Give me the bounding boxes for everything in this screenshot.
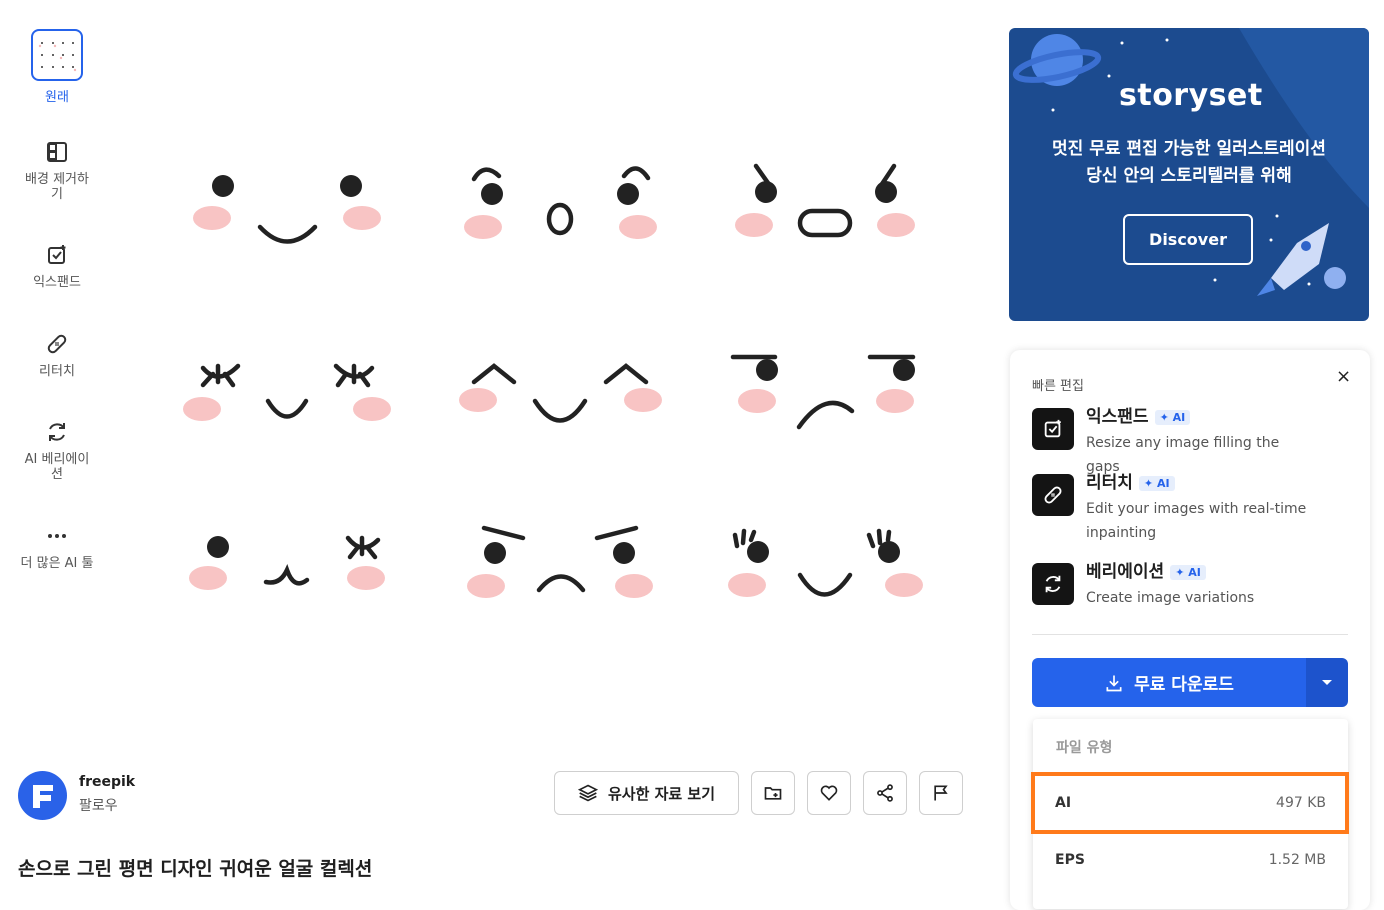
tool-more-ai-label: 더 많은 AI 툴	[20, 556, 94, 571]
quick-edit-retouch-desc: Edit your images with real-time inpainti…	[1086, 501, 1307, 541]
free-download-button[interactable]: 무료 다운로드	[1032, 658, 1306, 707]
storyset-banner[interactable]: storyset 멋진 무료 편집 가능한 일러스트레이션 당신 안의 스토리텔…	[1009, 28, 1369, 321]
refresh-icon	[49, 423, 65, 441]
like-button[interactable]	[807, 771, 851, 815]
author-name[interactable]: freepik	[79, 774, 135, 790]
share-icon	[877, 784, 893, 802]
expand-icon	[1032, 408, 1074, 450]
download-options-toggle[interactable]	[1306, 658, 1348, 707]
chevron-down-icon	[1322, 679, 1332, 685]
file-option-ai[interactable]: AI 497 KB	[1033, 779, 1348, 827]
view-similar-button[interactable]: 유사한 자료 보기	[554, 771, 739, 815]
quick-edit-variation-desc: Create image variations	[1086, 590, 1255, 606]
bandage-icon	[47, 334, 67, 354]
tool-ai-variation-label: AI 베리에이 션	[24, 452, 90, 482]
tool-expand[interactable]: 익스팬드	[8, 243, 106, 290]
blush-marks	[183, 206, 923, 598]
share-button[interactable]	[863, 771, 907, 815]
ai-badge: ✦ AI	[1170, 564, 1206, 580]
quick-edit-expand-name: 익스팬드	[1086, 407, 1149, 427]
layers-icon	[577, 784, 598, 802]
author-avatar[interactable]	[18, 771, 67, 820]
thumbnail-image	[38, 42, 77, 72]
tool-retouch-label: 리터치	[39, 364, 75, 379]
cute-faces-illustration	[183, 163, 923, 598]
file-size: 1.52 MB	[1268, 852, 1326, 868]
expand-icon	[48, 245, 66, 264]
freepik-logo-icon	[33, 785, 53, 808]
ai-badge: ✦ AI	[1154, 409, 1191, 425]
remove-background-icon	[47, 142, 67, 162]
tool-remove-background-label: 배경 제거하 기	[25, 172, 89, 202]
report-button[interactable]	[919, 771, 963, 815]
banner-text: 멋진 무료 편집 가능한 일러스트레이션 당신 안의 스토리텔러를 위해	[1009, 136, 1369, 190]
divider	[1032, 634, 1348, 635]
folder-add-icon	[764, 787, 782, 800]
banner-line-1: 멋진 무료 편집 가능한 일러스트레이션	[1052, 139, 1326, 159]
view-similar-label: 유사한 자료 보기	[607, 784, 716, 803]
storyset-logo: storyset	[1119, 78, 1263, 113]
rocket-icon	[1257, 223, 1329, 296]
original-thumbnail[interactable]	[31, 29, 83, 81]
more-dots-icon	[48, 534, 66, 538]
close-icon[interactable]: ×	[1336, 366, 1351, 387]
face-lines	[200, 163, 916, 597]
page-title: 손으로 그린 평면 디자인 귀여운 얼굴 컬렉션	[18, 858, 373, 880]
download-icon	[1106, 675, 1122, 691]
tool-remove-background[interactable]: 배경 제거하 기	[8, 140, 106, 202]
file-size: 497 KB	[1276, 795, 1326, 811]
tool-ai-variation[interactable]: AI 베리에이 션	[8, 420, 106, 482]
tool-more-ai[interactable]: 더 많은 AI 툴	[8, 524, 106, 571]
original-label[interactable]: 원래	[8, 86, 106, 105]
flag-icon	[934, 785, 948, 801]
file-type-dropdown: 파일 유형 AI 497 KB EPS 1.52 MB	[1033, 719, 1348, 909]
discover-button[interactable]: Discover	[1123, 214, 1253, 265]
quick-edit-title: 빠른 편집	[1032, 379, 1084, 394]
heart-icon	[820, 785, 838, 801]
quick-edit-variation-name: 베리에이션	[1086, 562, 1165, 582]
ai-badge: ✦ AI	[1138, 475, 1175, 491]
refresh-icon	[1032, 563, 1074, 605]
tool-retouch[interactable]: 리터치	[8, 332, 106, 379]
file-format: EPS	[1055, 852, 1085, 868]
file-type-header: 파일 유형	[1056, 740, 1113, 756]
add-to-collection-button[interactable]	[751, 771, 795, 815]
file-format: AI	[1055, 795, 1072, 811]
banner-line-2: 당신 안의 스토리텔러를 위해	[1086, 166, 1292, 186]
tool-expand-label: 익스팬드	[33, 275, 81, 290]
file-option-eps[interactable]: EPS 1.52 MB	[1033, 836, 1348, 884]
free-download-label: 무료 다운로드	[1134, 675, 1234, 695]
bandage-icon	[1032, 474, 1074, 516]
quick-edit-retouch-name: 리터치	[1086, 473, 1133, 493]
follow-button[interactable]: 팔로우	[79, 795, 118, 815]
